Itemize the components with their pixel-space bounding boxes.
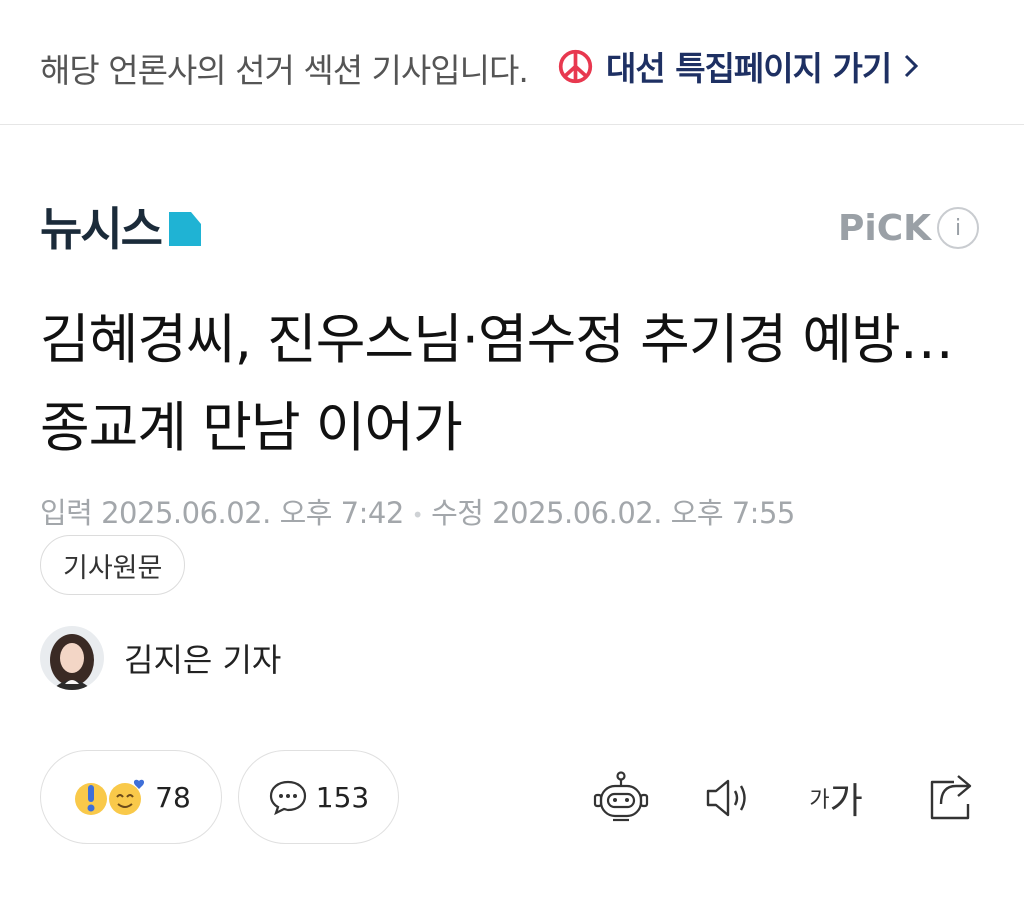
share-icon <box>930 775 972 820</box>
reaction-count: 78 <box>155 780 191 814</box>
robot-summary-icon <box>593 771 649 822</box>
comment-count: 153 <box>315 780 370 814</box>
modified-date: 2025.06.02. 오후 7:55 <box>492 496 795 530</box>
election-notice: 해당 언론사의 선거 섹션 기사입니다. <box>40 51 529 90</box>
alert-emoji-icon <box>75 783 108 815</box>
reaction-button[interactable]: 78 <box>40 750 222 844</box>
font-size-small-glyph: 가 <box>809 788 830 813</box>
press-name: 뉴시스 <box>40 202 163 256</box>
chevron-right-icon <box>905 54 919 78</box>
press-logo-mark-icon <box>168 212 201 246</box>
pick-label: PiCK <box>838 207 932 249</box>
author[interactable]: 김지은 기자 <box>40 626 281 690</box>
speaker-icon <box>706 779 746 817</box>
published-date: 2025.06.02. 오후 7:42 <box>101 496 404 530</box>
text-to-speech-button[interactable] <box>700 770 760 826</box>
avatar <box>40 626 104 690</box>
font-size-large-glyph: 가 <box>829 781 863 822</box>
original-article-button[interactable]: 기사원문 <box>40 535 186 595</box>
published-label: 입력 <box>40 496 93 530</box>
press-logo[interactable]: 뉴시스 <box>40 206 203 252</box>
comment-button[interactable]: 153 <box>238 750 399 844</box>
article-dates: 입력 2025.06.02. 오후 7:42 • 수정 2025.06.02. 오후… <box>40 490 795 532</box>
ai-summary-button[interactable] <box>591 770 651 826</box>
font-size-button[interactable]: 가가 <box>806 770 866 826</box>
election-special-page-link[interactable]: 대선 특집페이지 가기 <box>557 42 919 90</box>
article-headline: 김혜경씨, 진우스님·염수정 추기경 예방…종교계 만남 이어가 <box>40 308 954 459</box>
election-banner: 해당 언론사의 선거 섹션 기사입니다. 대선 특집페이지 가기 <box>0 0 1024 125</box>
author-name: 김지은 기자 <box>124 641 282 679</box>
share-button[interactable] <box>920 770 980 826</box>
separator-dot: • <box>411 503 424 527</box>
ballot-icon <box>558 49 593 83</box>
election-link-label: 대선 특집페이지 가기 <box>606 49 892 88</box>
info-icon[interactable]: i <box>937 207 980 249</box>
modified-label: 수정 <box>431 496 484 530</box>
pick-badge[interactable]: PiCK i <box>838 207 980 249</box>
comment-bubble-icon <box>269 780 306 816</box>
smile-heart-emoji-icon <box>109 779 145 815</box>
